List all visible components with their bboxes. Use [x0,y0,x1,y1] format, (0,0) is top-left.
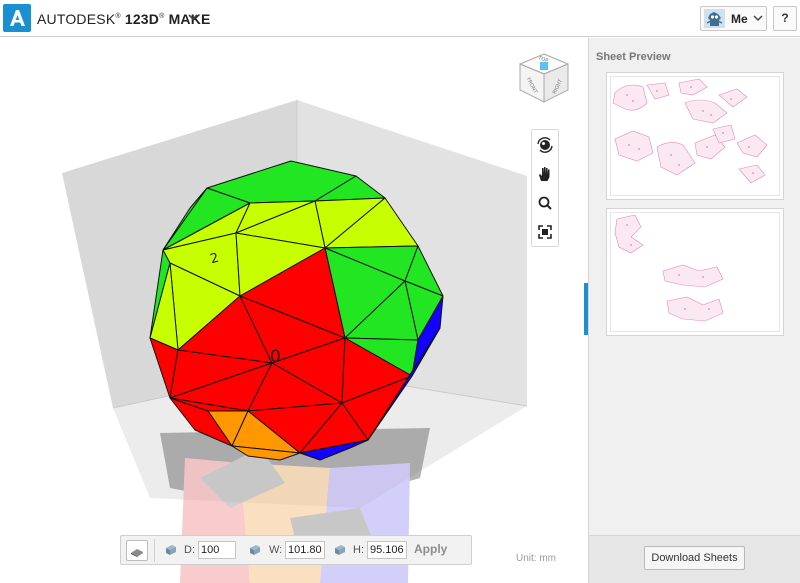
depth-icon [166,545,176,555]
sheet-preview-panel: Sheet Preview Download Sheets [588,38,800,583]
sheet-layout-1 [612,78,768,184]
sheet-layout-2 [614,214,724,322]
zoom-icon[interactable] [535,193,555,213]
unit-label: Unit: mm [516,553,556,564]
sheet-preview-2[interactable] [606,208,784,336]
avatar [704,9,725,28]
apply-button[interactable]: Apply [414,542,447,556]
chevron-down-icon [753,15,763,22]
chevron-down-icon[interactable] [186,10,200,24]
depth-label: D: [184,544,195,556]
app-title: AUTODESK® 123D® MAKE [37,11,211,27]
toolbar-divider [154,539,155,562]
user-menu-button[interactable]: Me [700,6,767,31]
panel-title: Sheet Preview [596,51,671,63]
slice-icon [131,549,143,557]
width-input[interactable] [285,541,325,559]
pan-icon[interactable] [535,164,555,184]
model-scene[interactable]: 2 0 [0,38,587,583]
face-label-0: 0 [270,347,281,367]
user-name: Me [731,12,748,26]
height-icon [335,545,345,555]
panel-footer: Download Sheets [589,535,800,583]
orbit-icon[interactable] [535,135,555,155]
dimension-toolbar: D: W: H: Apply [120,535,472,565]
app-header: AUTODESK® 123D® MAKE Me ? [0,0,800,37]
navigation-toolbar [531,129,559,247]
height-label: H: [353,544,364,556]
depth-input[interactable] [198,541,236,559]
help-button[interactable]: ? [773,6,797,31]
sheet-preview-1[interactable] [606,72,784,200]
viewcube-icon[interactable]: TOP FRONT RIGHT [516,50,572,106]
fit-view-icon[interactable] [535,222,555,242]
autodesk-logo-icon[interactable] [3,4,31,32]
height-input[interactable] [367,541,407,559]
download-sheets-button[interactable]: Download Sheets [644,546,745,570]
model-settings-button[interactable] [126,540,148,561]
width-label: W: [269,544,283,556]
model-viewport[interactable]: 2 0 TOP FRONT RIGHT [0,38,587,583]
width-icon [250,545,260,555]
